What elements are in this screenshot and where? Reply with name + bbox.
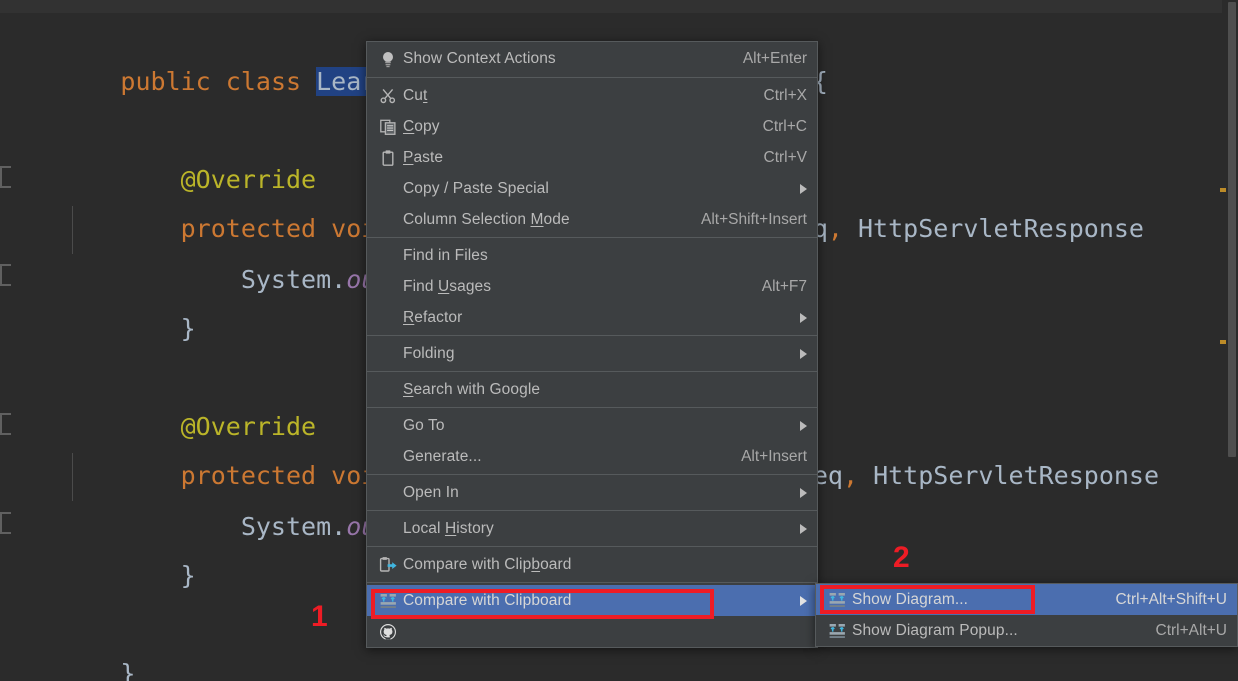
menu-item-shortcut: Ctrl+X [763,86,808,104]
menu-item-paste[interactable]: Paste Ctrl+V [367,142,817,173]
code-line: } [120,561,196,590]
no-icon [373,178,403,200]
menu-item-shortcut: Ctrl+C [762,117,807,135]
menu-item-create-gist[interactable] [367,616,817,647]
submenu-item-label: Show Diagram Popup... [852,621,1018,639]
menu-item-label: Folding [403,344,455,362]
chevron-right-icon [800,348,807,359]
submenu-item-shortcut: Ctrl+Alt+U [1155,621,1228,639]
no-icon [373,446,403,468]
diagrams-submenu[interactable]: Show Diagram... Ctrl+Alt+Shift+U Show Di… [815,583,1238,647]
menu-separator [367,407,817,408]
chevron-right-icon [800,183,807,194]
lightbulb-icon [373,48,403,70]
menu-item-label: Local History [403,519,494,537]
menu-item-label: Generate... [403,447,482,465]
menu-item-label: Compare with Clipboard [403,591,572,609]
submenu-item-label: Show Diagram... [852,590,969,608]
menu-item-label: Copy / Paste Special [403,179,549,197]
menu-item-shortcut: Ctrl+V [763,148,808,166]
menu-item-column-selection-mode[interactable]: Column Selection Mode Alt+Shift+Insert [367,204,817,235]
no-icon [373,276,403,298]
menu-item-label: Go To [403,416,445,434]
menu-item-copy-paste-special[interactable]: Copy / Paste Special [367,173,817,204]
menu-separator [367,77,817,78]
editor-scrollbar[interactable] [1226,0,1238,681]
code-line: @Override [120,165,317,194]
menu-item-find-in-files[interactable]: Find in Files [367,240,817,271]
code-line: System.out.p [120,265,422,294]
menu-item-label: Column Selection Mode [403,210,570,228]
menu-item-local-history[interactable]: Local History [367,513,817,544]
no-icon [373,245,403,267]
code-line: @Override [120,412,317,441]
menu-separator [367,510,817,511]
menu-item-label: Show Context Actions [403,49,556,67]
menu-item-shortcut: Alt+Enter [742,49,807,67]
menu-item-folding[interactable]: Folding [367,338,817,369]
code-line: } [120,314,196,343]
menu-item-label: Search with Google [403,380,541,398]
code-line: } [120,659,136,681]
chevron-right-icon [800,420,807,431]
menu-item-label: Find in Files [403,246,488,264]
submenu-item-shortcut: Ctrl+Alt+Shift+U [1115,590,1227,608]
screenshot-root: public class LearnServlet extends HttpSe… [0,0,1238,681]
menu-item-shortcut: Alt+Shift+Insert [701,210,807,228]
menu-item-label: Paste [403,148,444,166]
no-icon [373,209,403,231]
no-icon [373,307,403,329]
menu-item-diagrams[interactable]: Compare with Clipboard [367,585,817,616]
menu-item-shortcut: Alt+F7 [761,277,807,295]
diagram-icon [373,590,403,612]
compare-clipboard-icon [373,554,403,576]
menu-item-generate[interactable]: Generate... Alt+Insert [367,441,817,472]
code-line: System.out.p [120,512,422,541]
menu-separator [367,546,817,547]
menu-item-shortcut: Alt+Insert [741,447,807,465]
menu-item-label: Copy [403,117,440,135]
menu-separator [367,371,817,372]
menu-item-go-to[interactable]: Go To [367,410,817,441]
diagram-icon [822,589,852,611]
menu-item-compare-with-clipboard[interactable]: Compare with Clipboard [367,549,817,580]
submenu-item-show-diagram-popup[interactable]: Show Diagram Popup... Ctrl+Alt+U [816,615,1237,646]
github-icon [373,621,403,643]
submenu-item-show-diagram[interactable]: Show Diagram... Ctrl+Alt+Shift+U [816,584,1237,615]
menu-item-copy[interactable]: Copy Ctrl+C [367,111,817,142]
diagram-icon [822,620,852,642]
menu-item-label: Find Usages [403,277,492,295]
clipboard-icon [373,147,403,169]
menu-item-label: Open In [403,483,459,501]
menu-separator [367,474,817,475]
menu-item-label: Compare with Clipboard [403,555,572,573]
no-icon [373,518,403,540]
menu-item-label: Refactor [403,308,463,326]
menu-separator [367,335,817,336]
chevron-right-icon [800,487,807,498]
scissors-icon [373,85,403,107]
chevron-right-icon [800,595,807,606]
menu-item-find-usages[interactable]: Find Usages Alt+F7 [367,271,817,302]
editor-scrollbar-thumb[interactable] [1228,2,1236,457]
menu-item-cut[interactable]: Cut Ctrl+X [367,80,817,111]
menu-separator [367,582,817,583]
no-icon [373,379,403,401]
menu-separator [367,237,817,238]
menu-item-search-with-google[interactable]: Search with Google [367,374,817,405]
menu-item-open-in[interactable]: Open In [367,477,817,508]
chevron-right-icon [800,312,807,323]
editor-context-menu[interactable]: Show Context Actions Alt+Enter Cut Ctrl+… [366,41,818,648]
no-icon [373,343,403,365]
copy-icon [373,116,403,138]
no-icon [373,415,403,437]
menu-item-label: Cut [403,86,428,104]
menu-item-refactor[interactable]: Refactor [367,302,817,333]
no-icon [373,482,403,504]
menu-item-show-context-actions[interactable]: Show Context Actions Alt+Enter [367,42,817,75]
chevron-right-icon [800,523,807,534]
